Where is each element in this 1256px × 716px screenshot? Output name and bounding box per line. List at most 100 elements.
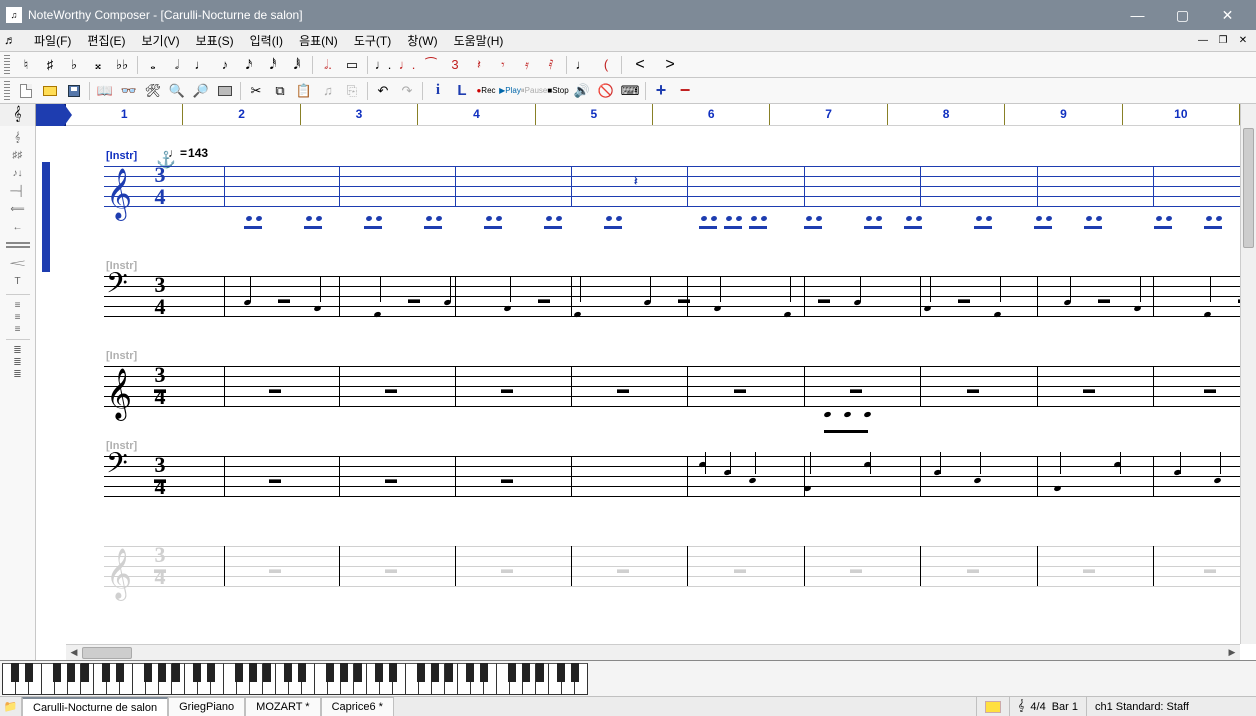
black-key[interactable] xyxy=(431,663,439,682)
sixteenth-note-button[interactable]: 𝅘𝅥𝅯 xyxy=(238,54,260,76)
staff-5[interactable]: 𝄞34▬▬▬▬▬▬▬▬▬▬ xyxy=(64,542,1240,590)
sixtyfourth-note-button[interactable]: 𝅘𝅥𝅱 xyxy=(286,54,308,76)
link-button[interactable]: ⎘ xyxy=(341,80,363,102)
book-button[interactable]: 📖 xyxy=(94,80,116,102)
clef-icon[interactable]: 𝄞 xyxy=(13,107,21,123)
paste-button[interactable]: 📋 xyxy=(293,80,315,102)
black-key[interactable] xyxy=(249,663,257,682)
black-key[interactable] xyxy=(284,663,292,682)
spacing-4[interactable]: ≣ xyxy=(4,346,32,354)
black-key[interactable] xyxy=(466,663,474,682)
scroll-thumb[interactable] xyxy=(1243,128,1254,248)
menu-view[interactable]: 보기(V) xyxy=(133,30,187,51)
black-key[interactable] xyxy=(417,663,425,682)
stop-button[interactable]: ■Stop xyxy=(547,80,569,102)
dotted-quarter-button[interactable]: ♩. xyxy=(372,54,394,76)
black-key[interactable] xyxy=(557,663,565,682)
pause-button[interactable]: ⏸Pause xyxy=(523,80,545,102)
measure-2[interactable]: 2 xyxy=(183,104,300,125)
black-key[interactable] xyxy=(298,663,306,682)
vertical-scrollbar[interactable] xyxy=(1240,126,1256,644)
black-key[interactable] xyxy=(354,663,362,682)
document-tab[interactable]: GriegPiano xyxy=(168,697,245,716)
black-key[interactable] xyxy=(67,663,75,682)
selection-margin[interactable] xyxy=(42,162,50,272)
spacing-6[interactable]: ≣ xyxy=(4,370,32,378)
spacing-2[interactable]: ≡ xyxy=(4,313,32,321)
menu-tools[interactable]: 도구(T) xyxy=(346,30,399,51)
key-tool[interactable]: ♯♯ xyxy=(4,148,32,162)
menu-staff[interactable]: 보표(S) xyxy=(188,30,242,51)
zoom-out-button[interactable]: − xyxy=(674,80,696,102)
menu-notes[interactable]: 음표(N) xyxy=(291,30,346,51)
maximize-button[interactable]: ▢ xyxy=(1160,0,1205,30)
accel-tool[interactable]: ⟸ xyxy=(4,202,32,216)
minimize-button[interactable]: — xyxy=(1115,0,1160,30)
black-key[interactable] xyxy=(207,663,215,682)
slur-button[interactable]: ( xyxy=(595,54,617,76)
spacing-5[interactable]: ≣ xyxy=(4,358,32,366)
black-key[interactable] xyxy=(389,663,397,682)
measure-6[interactable]: 6 xyxy=(653,104,770,125)
thirtysecond-note-button[interactable]: 𝅘𝅥𝅰 xyxy=(262,54,284,76)
piano-keyboard-button[interactable]: ⌨ xyxy=(619,80,641,102)
copy-button[interactable]: ⧉ xyxy=(269,80,291,102)
black-key[interactable] xyxy=(193,663,201,682)
tools-button[interactable]: 🛠 xyxy=(142,80,164,102)
toolbar-grip-2[interactable] xyxy=(4,81,10,101)
horizontal-scrollbar[interactable]: ◀ ▶ xyxy=(66,644,1240,660)
menu-help[interactable]: 도움말(H) xyxy=(446,30,512,51)
toolbar-grip[interactable] xyxy=(4,55,10,75)
eighth-note-button[interactable]: ♪ xyxy=(214,54,236,76)
black-key[interactable] xyxy=(480,663,488,682)
black-key[interactable] xyxy=(235,663,243,682)
black-key[interactable] xyxy=(340,663,348,682)
note-entry-button[interactable]: ♫ xyxy=(317,80,339,102)
spacing-1[interactable]: ≡ xyxy=(4,301,32,309)
rest-3-button[interactable]: 𝄿 xyxy=(516,54,538,76)
scroll-left-button[interactable]: ◀ xyxy=(66,646,82,660)
text-tool[interactable]: T xyxy=(4,274,32,288)
document-tab[interactable]: MOZART * xyxy=(245,697,320,716)
undo-button[interactable]: ↶ xyxy=(372,80,394,102)
selection-rect-button[interactable]: ▭ xyxy=(341,54,363,76)
staff-4[interactable]: [Instr]𝄢34▬▬▬▬ xyxy=(64,452,1240,500)
new-button[interactable] xyxy=(15,80,37,102)
staff-3[interactable]: [Instr]𝄞34▬▬▬▬▬▬▬▬▬▬ xyxy=(64,362,1240,410)
whole-note-button[interactable]: 𝅝 xyxy=(142,54,164,76)
black-key[interactable] xyxy=(25,663,33,682)
bar-tool[interactable]: ─┤ xyxy=(4,184,32,198)
lyrics-button[interactable]: L xyxy=(451,80,473,102)
black-key[interactable] xyxy=(508,663,516,682)
find-in-page-button[interactable]: 🔎 xyxy=(190,80,212,102)
double-flat-button[interactable]: ♭♭ xyxy=(111,54,133,76)
measure-7[interactable]: 7 xyxy=(770,104,887,125)
spacing-3[interactable]: ≡ xyxy=(4,325,32,333)
measure-4[interactable]: 4 xyxy=(418,104,535,125)
black-key[interactable] xyxy=(172,663,180,682)
rit-tool[interactable]: ← xyxy=(4,220,32,234)
measure-5[interactable]: 5 xyxy=(536,104,653,125)
measure-1[interactable]: 1 xyxy=(66,104,183,125)
zoom-in-button[interactable]: + xyxy=(650,80,672,102)
mdi-restore-button[interactable]: ❐ xyxy=(1214,33,1232,49)
document-tab[interactable]: Caprice6 * xyxy=(321,697,394,716)
black-key[interactable] xyxy=(11,663,19,682)
measure-8[interactable]: 8 xyxy=(888,104,1005,125)
tempo-marking[interactable]: 143 xyxy=(168,146,208,160)
speaker-button[interactable]: 🔊 xyxy=(571,80,593,102)
black-key[interactable] xyxy=(571,663,579,682)
sharp-button[interactable]: ♯ xyxy=(39,54,61,76)
print-button[interactable] xyxy=(214,80,236,102)
decrescendo-button[interactable]: > xyxy=(656,54,684,76)
flat-button[interactable]: ♭ xyxy=(63,54,85,76)
clef-tool[interactable]: 𝄞 xyxy=(4,130,32,144)
measure-9[interactable]: 9 xyxy=(1005,104,1122,125)
staff-2[interactable]: [Instr]𝄢34▬▬▬▬▬▬▬▬ xyxy=(64,272,1240,320)
play-button[interactable]: ▶Play xyxy=(499,80,521,102)
quarter-note-button[interactable]: ♩ xyxy=(190,54,212,76)
save-button[interactable] xyxy=(63,80,85,102)
play-cursor-icon[interactable] xyxy=(36,104,66,126)
black-key[interactable] xyxy=(375,663,383,682)
tabs-icon[interactable]: 📁 xyxy=(0,697,22,716)
